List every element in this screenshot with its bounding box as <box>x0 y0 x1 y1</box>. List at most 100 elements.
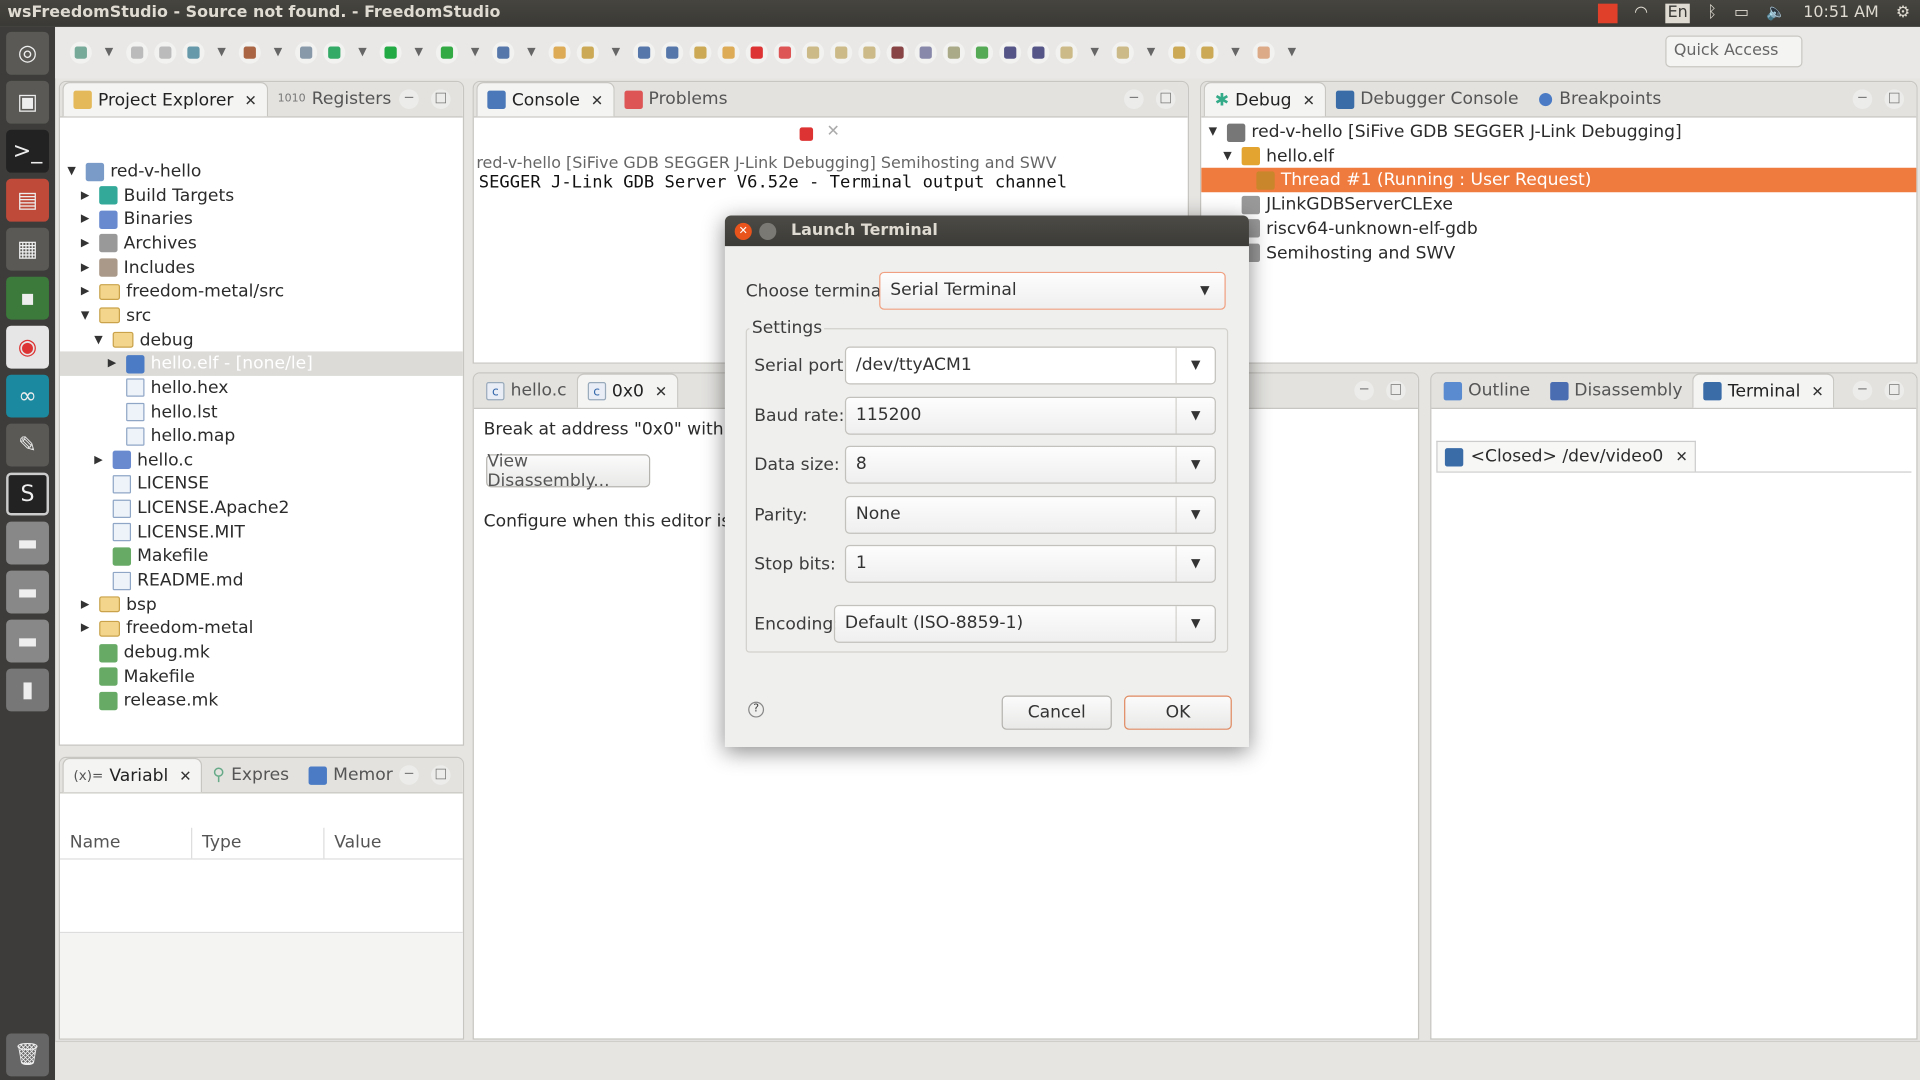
arduino-icon[interactable]: ∞ <box>6 374 49 418</box>
help-icon[interactable]: ? <box>748 701 765 718</box>
files-icon[interactable]: ▤ <box>6 178 49 222</box>
view-disassembly-button[interactable]: View Disassembly... <box>486 451 651 490</box>
tree-item[interactable]: ▶ bsp <box>81 592 157 616</box>
tab-console[interactable]: Console ✕ <box>476 82 615 117</box>
close-icon[interactable]: ✕ <box>655 383 667 400</box>
toolbar-button-icon[interactable] <box>69 41 92 64</box>
close-icon[interactable]: ✕ <box>1675 448 1687 465</box>
toolbar-button-icon[interactable] <box>1111 41 1134 64</box>
terminate-icon[interactable] <box>799 127 814 141</box>
tab-breakpoints[interactable]: ● Breakpoints <box>1528 82 1671 116</box>
close-icon[interactable]: ✕ <box>179 767 191 784</box>
maximize-button[interactable]: □ <box>1155 89 1176 109</box>
maximize-button[interactable]: □ <box>431 765 451 785</box>
chevron-down-icon[interactable]: ▼ <box>1175 605 1215 642</box>
debug-tree-item[interactable]: ▼ hello.elf <box>1201 144 1916 168</box>
toolbar-button-icon[interactable] <box>126 41 149 64</box>
toolbar-button-icon[interactable] <box>942 41 965 64</box>
settings-gear-icon[interactable]: ⚙ <box>1896 4 1910 24</box>
tab-problems[interactable]: Problems <box>614 82 737 116</box>
maximize-button[interactable]: □ <box>431 89 451 109</box>
ok-button[interactable]: OK <box>1124 695 1232 730</box>
toolbar-button-icon[interactable] <box>745 41 768 64</box>
close-icon[interactable]: ✕ <box>1811 383 1823 400</box>
maximize-button[interactable]: □ <box>1884 380 1905 401</box>
chevron-down-icon[interactable]: ▼ <box>1175 397 1215 433</box>
dropdown-arrow-icon[interactable]: ▼ <box>464 42 486 64</box>
freedom-studio-icon[interactable]: S <box>6 472 49 516</box>
minimize-button[interactable]: − <box>1124 89 1144 109</box>
tree-item[interactable]: ▶ Build Targets <box>81 183 234 207</box>
drive-icon[interactable]: ▬ <box>6 570 49 614</box>
tree-item[interactable]: hello.hex <box>108 376 228 400</box>
terminal-session-tab[interactable]: <Closed> /dev/video0 ✕ <box>1436 440 1697 472</box>
tree-item[interactable]: README.md <box>94 568 243 592</box>
tab-memory[interactable]: Memor <box>299 758 403 792</box>
close-icon[interactable]: ✕ <box>734 222 752 240</box>
expand-right-icon[interactable]: ▶ <box>108 358 120 370</box>
tab-variables[interactable]: (x)= Variabl ✕ <box>62 757 203 793</box>
tab-registers[interactable]: 1010 Registers <box>268 82 401 116</box>
tab-debug[interactable]: ✱ Debug ✕ <box>1203 82 1326 117</box>
toolbar-button-icon[interactable] <box>492 41 515 64</box>
debug-tree-item[interactable]: JLinkGDBServerCLExe <box>1201 192 1916 216</box>
toolbar-button-icon[interactable] <box>1027 41 1050 64</box>
maximize-button[interactable]: □ <box>1386 380 1406 401</box>
setting-select[interactable]: /dev/ttyACM1 ▼ <box>844 346 1216 385</box>
toolbar-button-icon[interactable] <box>802 41 825 64</box>
tab-0x0[interactable]: c 0x0 ✕ <box>576 373 679 408</box>
terminal-app-icon[interactable]: >_ <box>6 129 49 173</box>
expand-down-icon[interactable]: ▼ <box>94 334 106 346</box>
debug-tree-item[interactable]: Thread #1 (Running : User Request) <box>1201 168 1917 193</box>
volume-icon[interactable]: 🔈 <box>1766 4 1786 24</box>
expand-right-icon[interactable]: ▶ <box>81 598 93 610</box>
tab-outline[interactable]: Outline <box>1434 373 1540 407</box>
toolbar-button-icon[interactable] <box>717 41 740 64</box>
dropdown-arrow-icon[interactable]: ▼ <box>211 42 233 64</box>
tree-item[interactable]: ▶ freedom-metal/src <box>81 279 284 303</box>
dropdown-arrow-icon[interactable]: ▼ <box>351 42 373 64</box>
dropdown-arrow-icon[interactable]: ▼ <box>1224 42 1246 64</box>
tree-item[interactable]: ▶ Archives <box>81 231 197 255</box>
app-icon[interactable]: ▪ <box>6 276 49 320</box>
close-icon[interactable]: ✕ <box>244 91 256 108</box>
expand-down-icon[interactable]: ▼ <box>1223 150 1235 162</box>
tab-hello-c[interactable]: c hello.c <box>476 373 576 407</box>
dropdown-arrow-icon[interactable]: ▼ <box>1140 42 1162 64</box>
setting-select[interactable]: 8 ▼ <box>844 445 1216 484</box>
minimize-button[interactable]: − <box>399 765 419 785</box>
toolbar-button-icon[interactable] <box>1196 41 1219 64</box>
toolbar-button-icon[interactable] <box>576 41 599 64</box>
minimize-button[interactable]: − <box>1852 380 1873 401</box>
quick-access-input[interactable]: Quick Access <box>1665 35 1803 68</box>
drive-icon[interactable]: ▬ <box>6 619 49 663</box>
expand-right-icon[interactable]: ▶ <box>81 213 93 225</box>
tree-item[interactable]: ▶ freedom-metal <box>81 616 254 640</box>
dropdown-arrow-icon[interactable]: ▼ <box>1084 42 1106 64</box>
setting-select[interactable]: None ▼ <box>844 495 1216 534</box>
chevron-down-icon[interactable]: ▼ <box>1175 347 1215 384</box>
dropdown-arrow-icon[interactable]: ▼ <box>408 42 430 64</box>
minimize-button[interactable]: − <box>399 89 419 109</box>
tree-item[interactable]: ▶ Binaries <box>81 207 193 231</box>
tree-item[interactable]: LICENSE <box>94 472 209 496</box>
chevron-down-icon[interactable]: ▼ <box>1175 446 1215 483</box>
minimize-button[interactable]: − <box>1852 89 1873 109</box>
tree-item[interactable]: ▼ debug <box>94 328 193 352</box>
toolbar-button-icon[interactable] <box>379 41 402 64</box>
notification-icon[interactable] <box>1597 3 1617 24</box>
dropdown-arrow-icon[interactable]: ▼ <box>520 42 542 64</box>
expand-down-icon[interactable]: ▼ <box>81 310 93 322</box>
toolbar-button-icon[interactable] <box>773 41 796 64</box>
toolbar-button-icon[interactable] <box>633 41 656 64</box>
expand-right-icon[interactable]: ▶ <box>81 262 93 274</box>
tree-item[interactable]: Makefile <box>81 664 195 688</box>
clock[interactable]: 10:51 AM <box>1803 4 1879 24</box>
tree-item[interactable]: LICENSE.MIT <box>94 520 245 544</box>
minimize-button[interactable]: − <box>1354 380 1374 401</box>
ubuntu-dash-icon[interactable]: ◎ <box>6 31 49 75</box>
tree-item[interactable]: ▶ Includes <box>81 255 195 279</box>
tree-item[interactable]: debug.mk <box>81 640 210 664</box>
toolbar-button-icon[interactable] <box>154 41 177 64</box>
expand-down-icon[interactable]: ▼ <box>1209 126 1221 138</box>
